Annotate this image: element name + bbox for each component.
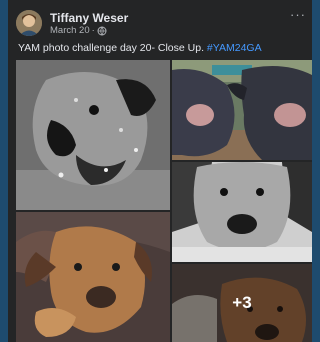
author-name[interactable]: Tiffany Weser [50,11,128,25]
photo-cattle-faces[interactable] [172,60,312,160]
date-separator: · [91,25,95,36]
photo-dog-bw-resting[interactable] [172,162,312,262]
caption-hashtag[interactable]: #YAM24GA [207,42,262,54]
photo-dog-sleeping[interactable]: +3 [172,264,312,342]
post-header: Tiffany Weser March 20 · ··· [8,0,312,40]
post-caption: YAM photo challenge day 20- Close Up. #Y… [18,42,262,54]
more-photos-overlay[interactable]: +3 [172,264,312,342]
more-options-icon[interactable]: ··· [290,8,306,21]
caption-text: YAM photo challenge day 20- Close Up. [18,42,207,54]
photo-grid: +3 [8,60,312,342]
globe-icon [97,26,107,36]
photo-brown-dog-couch[interactable] [16,212,170,342]
post-card: Tiffany Weser March 20 · ··· YAM photo c… [8,0,312,342]
photo-dog-bw-closeup[interactable] [16,60,170,210]
post-meta: March 20 · [50,25,107,36]
post-date[interactable]: March 20 [50,25,90,36]
author-avatar[interactable] [16,10,42,36]
